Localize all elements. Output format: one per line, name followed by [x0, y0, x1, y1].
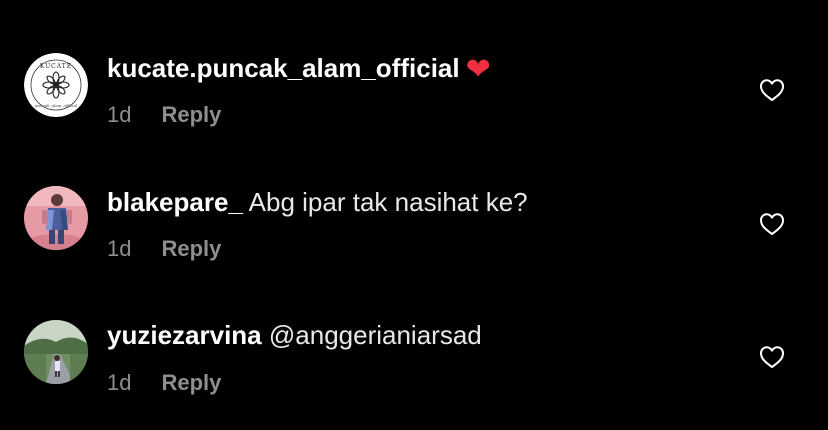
avatar[interactable] — [24, 186, 88, 250]
comment-username[interactable]: yuziezarvina — [107, 320, 262, 350]
heart-outline-icon — [760, 346, 784, 368]
comment-timestamp: 1d — [107, 370, 132, 395]
comment-username[interactable]: blakepare_ — [107, 187, 243, 217]
avatar[interactable] — [24, 320, 88, 384]
comment-line: blakepare_ Abg ipar tak nasihat ke? — [107, 186, 528, 218]
like-button[interactable] — [759, 212, 785, 236]
comment-meta: 1d Reply — [107, 235, 221, 263]
comment-line: yuziezarvina @anggerianiarsad — [107, 319, 482, 351]
like-button[interactable] — [759, 345, 785, 369]
comment-text: Abg ipar tak nasihat ke? — [248, 187, 528, 217]
comment-timestamp: 1d — [107, 236, 132, 261]
heart-outline-icon — [760, 213, 784, 235]
reply-button[interactable]: Reply — [161, 370, 221, 395]
comment-meta: 1d Reply — [107, 369, 221, 397]
mention-link[interactable]: @anggerianiarsad — [269, 320, 482, 350]
reply-button[interactable]: Reply — [161, 236, 221, 261]
comment-item: yuziezarvina @anggerianiarsad 1d Reply — [0, 0, 828, 395]
